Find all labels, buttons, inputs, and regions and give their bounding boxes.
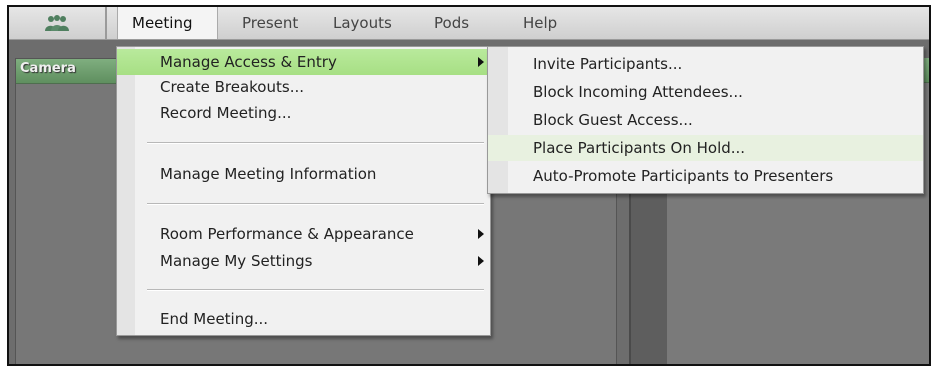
menu-separator xyxy=(147,203,484,205)
menu-item-manage-my-settings[interactable]: Manage My Settings xyxy=(117,248,490,274)
logo-button[interactable] xyxy=(9,7,107,39)
menu-separator xyxy=(147,289,484,291)
submenu-arrow-icon xyxy=(478,229,484,239)
menu-bar: Meeting Present Layouts Pods Help xyxy=(9,7,929,40)
menu-item-end-meeting[interactable]: End Meeting... xyxy=(117,306,490,332)
menu-item-room-performance-appearance[interactable]: Room Performance & Appearance xyxy=(117,221,490,247)
submenu-item-block-incoming-attendees[interactable]: Block Incoming Attendees... xyxy=(488,79,923,105)
submenu-arrow-icon xyxy=(478,57,484,67)
menu-item-manage-access-entry[interactable]: Manage Access & Entry xyxy=(117,49,490,75)
menu-item-label: Room Performance & Appearance xyxy=(160,225,414,243)
menu-item-manage-meeting-information[interactable]: Manage Meeting Information xyxy=(117,161,490,187)
camera-pod-title: Camera xyxy=(20,61,76,76)
menu-meeting[interactable]: Meeting xyxy=(117,7,218,39)
submenu-item-place-participants-on-hold[interactable]: Place Participants On Hold... xyxy=(488,135,923,161)
manage-access-submenu: Invite Participants... Block Incoming At… xyxy=(487,46,924,194)
menu-item-label: Manage Access & Entry xyxy=(160,53,337,71)
app-window: Meeting Present Layouts Pods Help Camera… xyxy=(0,0,937,367)
menu-present[interactable]: Present xyxy=(228,7,312,39)
menu-help[interactable]: Help xyxy=(509,7,571,39)
menu-separator xyxy=(147,142,484,144)
adobe-connect-people-icon xyxy=(45,15,69,31)
menu-item-create-breakouts[interactable]: Create Breakouts... xyxy=(117,74,490,100)
menu-item-record-meeting[interactable]: Record Meeting... xyxy=(117,100,490,126)
submenu-item-invite-participants[interactable]: Invite Participants... xyxy=(488,51,923,77)
submenu-item-auto-promote-participants[interactable]: Auto-Promote Participants to Presenters xyxy=(488,163,923,189)
submenu-item-block-guest-access[interactable]: Block Guest Access... xyxy=(488,107,923,133)
meeting-dropdown-menu: Manage Access & Entry Create Breakouts..… xyxy=(116,46,491,336)
menu-pods[interactable]: Pods xyxy=(420,7,483,39)
submenu-arrow-icon xyxy=(478,256,484,266)
menu-item-label: Manage My Settings xyxy=(160,252,313,270)
menu-layouts[interactable]: Layouts xyxy=(319,7,406,39)
